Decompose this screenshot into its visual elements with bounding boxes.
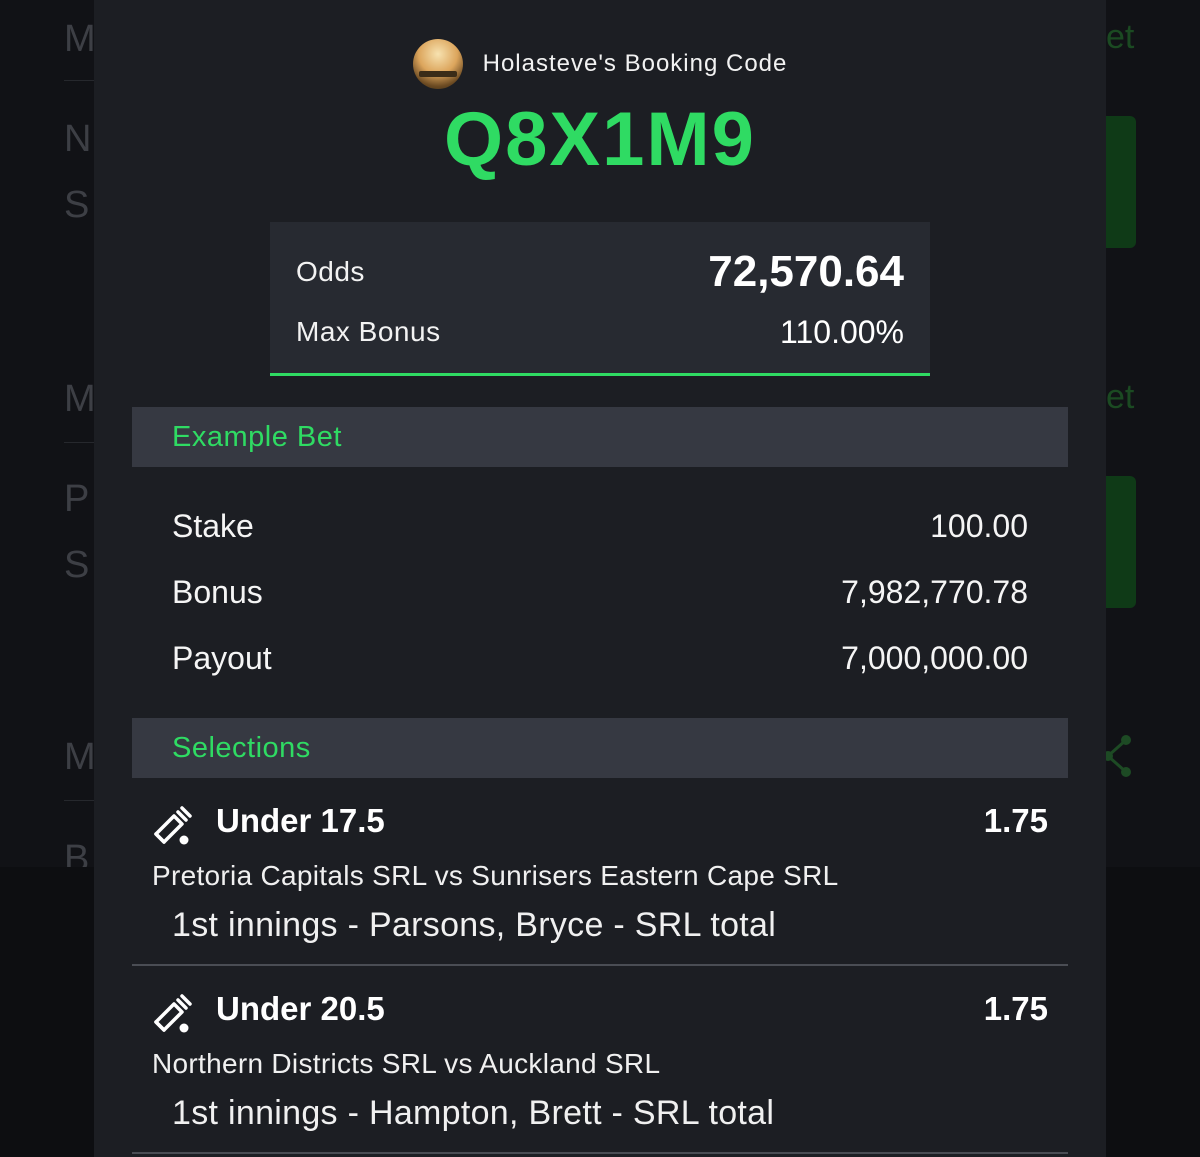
bg-text-fragment: S <box>64 544 90 586</box>
selections-title: Selections <box>172 731 311 764</box>
odds-row: Odds 72,570.64 <box>296 246 904 298</box>
stake-label: Stake <box>172 507 254 544</box>
stake-row: Stake 100.00 <box>172 502 1028 550</box>
booking-code[interactable]: Q8X1M9 <box>94 96 1106 183</box>
bg-right-fragment: et <box>1106 18 1135 56</box>
avatar <box>412 39 463 89</box>
bg-text-fragment: S <box>64 184 90 226</box>
bg-heading-fragment: M <box>64 18 96 60</box>
cricket-bat-icon <box>154 806 192 845</box>
odds-summary-card: Odds 72,570.64 Max Bonus 110.00% <box>270 222 930 376</box>
selection-item[interactable]: Under 17.5 1.75 Pretoria Capitals SRL vs… <box>132 778 1068 966</box>
bg-right-fragment: et <box>1106 378 1135 416</box>
bg-text-fragment: P <box>64 478 90 520</box>
bonus-value: 7,982,770.78 <box>841 573 1028 610</box>
selection-pick: Under 20.5 <box>216 990 385 1027</box>
odds-label: Odds <box>296 256 365 287</box>
bg-heading-fragment: M <box>64 378 96 420</box>
payout-label: Payout <box>172 639 272 676</box>
payout-value: 7,000,000.00 <box>841 639 1028 676</box>
selections-header: Selections <box>132 718 1068 778</box>
max-bonus-label: Max Bonus <box>296 316 441 347</box>
selection-market: 1st innings - Hampton, Brett - SRL total <box>172 1094 775 1132</box>
odds-value: 72,570.64 <box>708 247 904 296</box>
booking-code-modal: Holasteve's Booking Code Q8X1M9 Odds 72,… <box>94 0 1106 1157</box>
bonus-label: Bonus <box>172 573 263 610</box>
payout-row: Payout 7,000,000.00 <box>172 634 1028 682</box>
example-bet-title: Example Bet <box>172 420 342 453</box>
selection-market: 1st innings - Parsons, Bryce - SRL total <box>172 906 777 944</box>
bg-green-button <box>1104 116 1136 248</box>
bonus-row: Bonus 7,982,770.78 <box>172 568 1028 616</box>
bg-share-icon <box>1104 735 1131 777</box>
booking-owner-label: Holasteve's Booking Code <box>482 50 788 77</box>
stake-value: 100.00 <box>930 507 1028 544</box>
selection-match: Pretoria Capitals SRL vs Sunrisers Easte… <box>152 860 839 891</box>
bg-green-button <box>1104 476 1136 608</box>
selection-match: Northern Districts SRL vs Auckland SRL <box>152 1048 661 1079</box>
booking-header: Holasteve's Booking Code <box>94 36 1106 92</box>
bg-text-fragment: N <box>64 118 92 160</box>
selection-odds: 1.75 <box>983 802 1048 839</box>
selection-odds: 1.75 <box>983 990 1048 1027</box>
cricket-bat-icon <box>154 994 192 1033</box>
example-bet-header: Example Bet <box>132 407 1068 467</box>
selection-pick: Under 17.5 <box>216 802 385 839</box>
selection-item[interactable]: Under 20.5 1.75 Northern Districts SRL v… <box>132 966 1068 1154</box>
max-bonus-row: Max Bonus 110.00% <box>296 310 904 354</box>
max-bonus-value: 110.00% <box>780 313 904 350</box>
bg-heading-fragment: M <box>64 736 96 778</box>
